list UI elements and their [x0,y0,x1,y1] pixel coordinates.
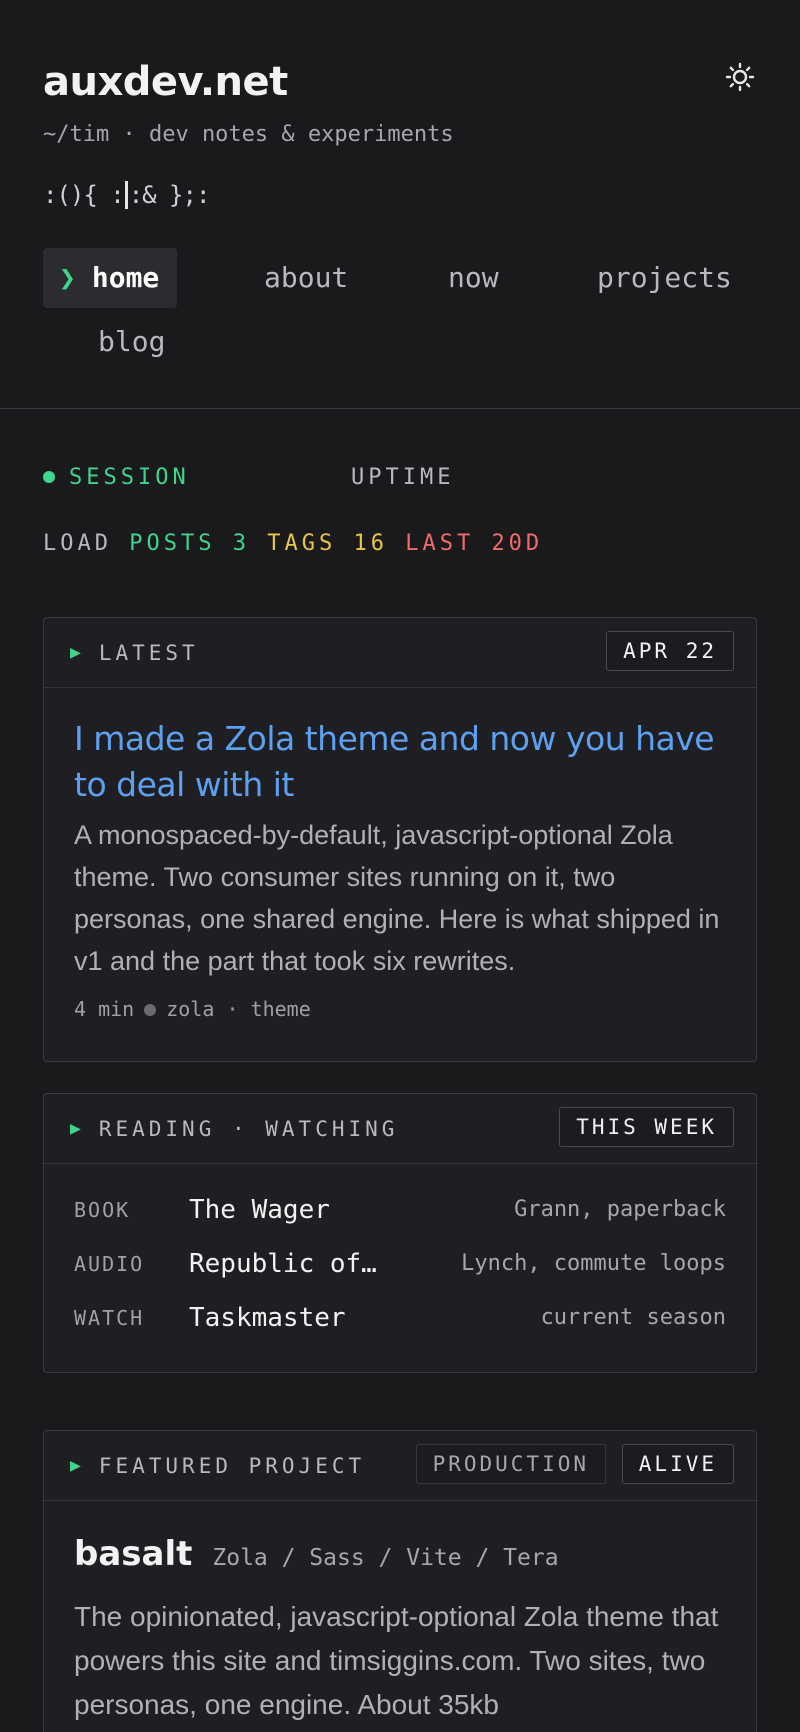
nav-item-home[interactable]: ❯ home [43,248,178,308]
latest-post-meta: 4 min zola · theme [44,982,756,1024]
media-note: Grann, paperback [514,1197,726,1222]
page: auxdev.net ~/tim · dev notes & experimen… [0,0,800,1732]
play-triangle-icon: ▶ [70,642,81,663]
project-heading: basalt Zola / Sass / Vite / Tera [44,1501,756,1587]
media-kind: BOOK [74,1198,131,1222]
nav-label-home: home [91,261,160,294]
last-value: 20D [491,531,544,556]
load-stat-row: LOAD POSTS 3 TAGS 16 LAST 20D [43,528,543,560]
nav-item-about[interactable]: about [264,248,348,308]
nav-item-blog[interactable]: blog [98,312,165,372]
tag-separator: · [226,997,239,1021]
list-item: AUDIO Republic of… Lynch, commute loops [44,1237,756,1291]
read-time: 4 min [74,997,135,1021]
session-label: SESSION [69,465,190,490]
tag-link-zola[interactable]: zola [166,997,214,1021]
forkbomb-right: :& };: [128,181,211,209]
load-label: LOAD [43,531,112,556]
list-item: WATCH Taskmaster current season [44,1291,756,1345]
post-date-badge: APR 22 [606,631,734,671]
media-note: current season [540,1305,726,1330]
media-title: The Wager [189,1195,330,1225]
active-chevron-icon: ❯ [59,261,76,294]
alive-badge: ALIVE [621,1444,734,1484]
latest-label: LATEST [98,640,199,665]
site-title[interactable]: auxdev.net [43,54,757,110]
posts-count: 3 [232,531,250,556]
latest-post-title-link[interactable]: I made a Zola theme and now you have to … [44,688,756,808]
reading-card-header: ▶ READING · WATCHING THIS WEEK [44,1094,756,1164]
sun-icon [725,62,755,92]
forkbomb-motto: :(){ ::& };: [43,178,757,212]
featured-project-label: FEATURED PROJECT [98,1453,366,1478]
tag-link-theme[interactable]: theme [251,997,311,1021]
latest-card-header: ▶ LATEST APR 22 [44,618,756,688]
latest-post-description: A monospaced-by-default, javascript-opti… [74,820,720,976]
meta-dot-icon [144,1004,157,1016]
media-title: Republic of… [189,1249,377,1279]
last-label: LAST [405,531,475,556]
project-name-link[interactable]: basalt [74,1534,192,1574]
list-item: BOOK The Wager Grann, paperback [44,1183,756,1237]
site-tagline: ~/tim · dev notes & experiments [43,122,454,147]
project-description: The opinionated, javascript-optional Zol… [74,1601,719,1720]
reading-watching-card: ▶ READING · WATCHING THIS WEEK BOOK The … [43,1093,757,1373]
media-kind: AUDIO [74,1252,145,1276]
uptime-label: UPTIME [351,465,455,490]
site-header: auxdev.net ~/tim · dev notes & experimen… [0,0,800,409]
project-card-header: ▶ FEATURED PROJECT PRODUCTION ALIVE [44,1431,756,1501]
media-note: Lynch, commute loops [461,1251,726,1276]
latest-post-card: ▶ LATEST APR 22 I made a Zola theme and … [43,617,757,1062]
text-cursor [124,181,128,209]
session-stat-row: SESSION UPTIME [43,462,450,494]
theme-toggle-button[interactable] [723,60,757,94]
nav-item-now[interactable]: now [448,248,499,308]
forkbomb-left: :(){ : [43,181,125,209]
production-badge: PRODUCTION [415,1444,606,1484]
main-nav: ❯ home about now projects blog [43,248,757,378]
media-list: BOOK The Wager Grann, paperback AUDIO Re… [44,1164,756,1345]
featured-project-card: ▶ FEATURED PROJECT PRODUCTION ALIVE basa… [43,1430,757,1732]
media-kind: WATCH [74,1306,145,1330]
play-triangle-icon: ▶ [70,1455,81,1476]
tags-count: 16 [353,531,388,556]
project-stack: Zola / Sass / Vite / Tera [212,1545,559,1571]
posts-label: POSTS [129,531,216,556]
media-title: Taskmaster [189,1303,346,1333]
session-status-dot [43,471,55,483]
nav-item-projects[interactable]: projects [597,248,732,308]
tags-label: TAGS [267,531,337,556]
play-triangle-icon: ▶ [70,1118,81,1139]
this-week-badge: THIS WEEK [559,1107,734,1147]
reading-label: READING · WATCHING [98,1116,399,1141]
